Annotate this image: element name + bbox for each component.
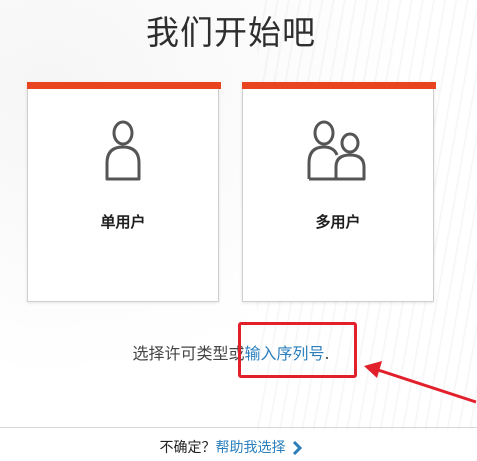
multi-user-card[interactable]: 多用户 <box>242 82 436 302</box>
hint-prefix: 选择许可类型或 <box>132 344 245 363</box>
multi-user-label: 多用户 <box>315 213 361 231</box>
license-hint: 选择许可类型或输入序列号. <box>0 340 462 364</box>
hint-suffix: . <box>324 344 330 363</box>
multi-user-icon <box>243 119 433 189</box>
card-accent-bar <box>27 82 221 89</box>
card-accent-bar <box>242 82 436 89</box>
page-title: 我们开始吧 <box>146 13 316 52</box>
single-user-icon <box>28 119 218 189</box>
footer: 不确定？帮助我选择 <box>0 437 462 459</box>
single-user-card[interactable]: 单用户 <box>27 82 221 302</box>
enter-serial-link[interactable]: 输入序列号 <box>244 344 324 363</box>
help-me-choose-link[interactable]: 帮助我选择 <box>216 440 286 456</box>
single-user-label: 单用户 <box>100 213 146 231</box>
footer-question: 不确定？ <box>159 440 216 456</box>
chevron-right-icon[interactable] <box>292 440 303 459</box>
footer-divider <box>0 427 477 428</box>
